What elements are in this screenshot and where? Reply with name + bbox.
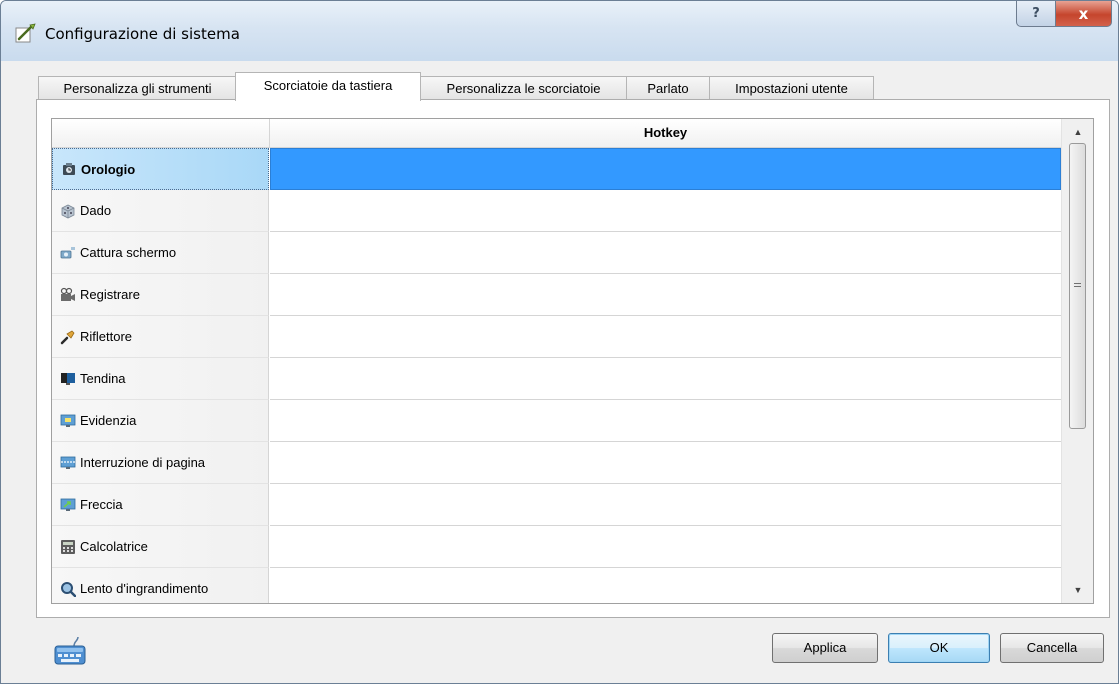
highlight-icon (60, 413, 76, 429)
tab-personalizza-strumenti[interactable]: Personalizza gli strumenti (38, 76, 237, 100)
cancel-button[interactable]: Cancella (1000, 633, 1104, 663)
dice-icon (60, 203, 76, 219)
wand-icon (15, 23, 36, 43)
hotkey-cell[interactable] (270, 316, 1061, 358)
scroll-down-arrow-icon[interactable]: ▼ (1069, 581, 1087, 599)
row-header[interactable]: Calcolatrice (52, 526, 269, 568)
table-row[interactable]: Registrare (52, 274, 1061, 316)
hotkey-cell[interactable] (270, 400, 1061, 442)
hotkey-cell[interactable] (270, 484, 1061, 526)
row-label: Calcolatrice (80, 539, 148, 554)
table-row[interactable]: Dado (52, 190, 1061, 232)
table-row[interactable]: Evidenzia (52, 400, 1061, 442)
row-label: Cattura schermo (80, 245, 177, 260)
row-header[interactable]: Cattura schermo (52, 232, 269, 274)
help-button[interactable]: ? (1016, 1, 1056, 27)
row-header[interactable]: Riflettore (52, 316, 269, 358)
hotkey-cell[interactable] (270, 274, 1061, 316)
hotkey-table: Hotkey Orologio Dado Cattura schermo Reg… (51, 118, 1094, 604)
calculator-icon (60, 539, 76, 555)
vertical-scrollbar[interactable]: ▲ ▼ (1061, 119, 1093, 603)
hotkey-cell[interactable] (270, 190, 1061, 232)
table-rows: Orologio Dado Cattura schermo Registrare… (52, 148, 1061, 603)
system-config-window: Configurazione di sistema ? x Personaliz… (0, 0, 1119, 684)
row-label: Dado (80, 203, 112, 218)
keyboard-icon[interactable] (54, 636, 86, 666)
tab-impostazioni-utente[interactable]: Impostazioni utente (709, 76, 874, 100)
row-header[interactable]: Interruzione di pagina (52, 442, 269, 484)
scroll-up-arrow-icon[interactable]: ▲ (1069, 123, 1087, 141)
tab-personalizza-scorciatoie[interactable]: Personalizza le scorciatoie (420, 76, 627, 100)
hotkey-cell[interactable] (270, 526, 1061, 568)
page-break-icon (60, 455, 76, 471)
table-row[interactable]: Orologio (52, 148, 1061, 190)
column-header-hotkey[interactable]: Hotkey (270, 119, 1061, 147)
table-row[interactable]: Calcolatrice (52, 526, 1061, 568)
row-label: Lento d'ingrandimento (80, 581, 209, 596)
arrow-icon (60, 497, 76, 513)
hotkey-cell[interactable] (270, 442, 1061, 484)
tab-scorciatoie-tastiera[interactable]: Scorciatoie da tastiera (235, 72, 421, 101)
row-header[interactable]: Evidenzia (52, 400, 269, 442)
row-header[interactable]: Orologio (52, 148, 269, 190)
row-header[interactable]: Lento d'ingrandimento (52, 568, 269, 603)
close-button[interactable]: x (1055, 1, 1112, 27)
table-header: Hotkey (52, 119, 1061, 148)
table-row[interactable]: Cattura schermo (52, 232, 1061, 274)
screen-shade-icon (60, 371, 76, 387)
row-header[interactable]: Tendina (52, 358, 269, 400)
hotkey-cell[interactable] (270, 232, 1061, 274)
screen-capture-icon (60, 245, 76, 261)
table-row[interactable]: Freccia (52, 484, 1061, 526)
spotlight-icon (60, 329, 76, 345)
row-header[interactable]: Registrare (52, 274, 269, 316)
row-header[interactable]: Freccia (52, 484, 269, 526)
tab-parlato[interactable]: Parlato (626, 76, 710, 100)
table-row[interactable]: Riflettore (52, 316, 1061, 358)
row-label: Tendina (80, 371, 126, 386)
apply-button[interactable]: Applica (772, 633, 878, 663)
ok-button[interactable]: OK (888, 633, 990, 663)
row-label: Evidenzia (80, 413, 137, 428)
table-row[interactable]: Tendina (52, 358, 1061, 400)
row-label: Riflettore (80, 329, 133, 344)
hotkey-cell[interactable] (270, 358, 1061, 400)
table-row[interactable]: Interruzione di pagina (52, 442, 1061, 484)
table-row[interactable]: Lento d'ingrandimento (52, 568, 1061, 603)
tab-panel: Hotkey Orologio Dado Cattura schermo Reg… (36, 99, 1110, 618)
clock-icon (61, 161, 77, 177)
hotkey-cell[interactable] (270, 148, 1061, 190)
scrollbar-thumb[interactable] (1069, 143, 1086, 429)
video-recorder-icon (60, 287, 76, 303)
dialog-client: Personalizza gli strumenti Scorciatoie d… (10, 61, 1110, 677)
table-corner (52, 119, 270, 147)
grip-icon (1074, 283, 1081, 289)
row-label: Interruzione di pagina (80, 455, 206, 470)
magnifier-icon (60, 581, 76, 597)
row-label: Registrare (80, 287, 140, 302)
title-bar[interactable]: Configurazione di sistema ? x (1, 1, 1118, 61)
row-header[interactable]: Dado (52, 190, 269, 232)
window-title: Configurazione di sistema (45, 25, 240, 43)
hotkey-cell[interactable] (270, 568, 1061, 603)
row-label: Orologio (81, 161, 136, 177)
row-label: Freccia (80, 497, 123, 512)
